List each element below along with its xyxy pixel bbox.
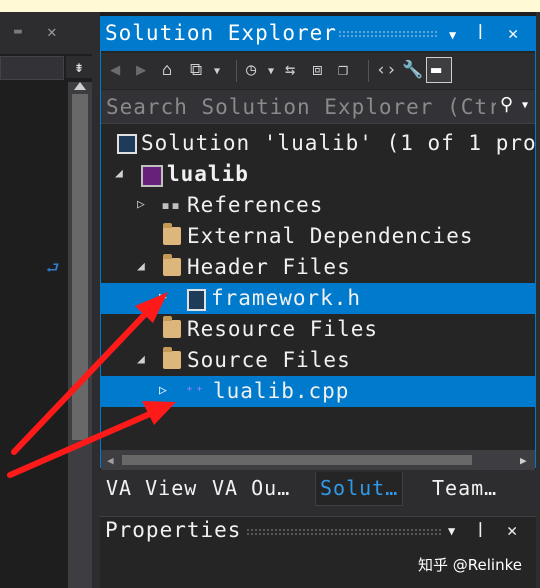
annotation-arrow-lualib-cpp bbox=[7, 401, 176, 478]
annotation-arrow-framework bbox=[11, 292, 168, 455]
annotation-arrows bbox=[7, 292, 176, 478]
